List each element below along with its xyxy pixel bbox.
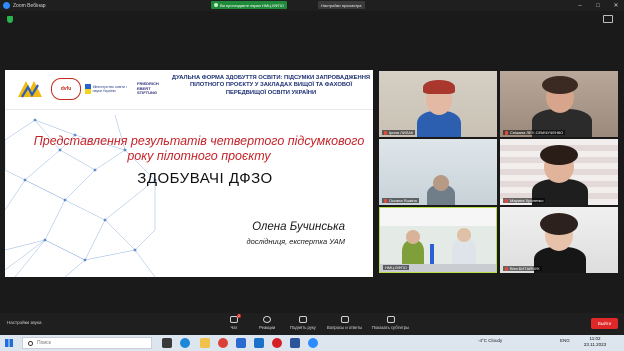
mail-icon[interactable] [254, 338, 264, 348]
qa-icon [340, 316, 349, 323]
participant-tile[interactable]: Віта БИТАЙЧУК [500, 207, 618, 273]
muted-mic-icon [505, 130, 508, 135]
file-explorer-icon[interactable] [200, 338, 210, 348]
uam-logo-icon [15, 78, 45, 100]
muted-mic-icon [384, 130, 387, 135]
taskbar-search[interactable] [22, 337, 152, 349]
weather-status[interactable]: -4°C Cloudy [478, 338, 502, 343]
word-icon[interactable] [290, 338, 300, 348]
presenter-role: дослідниця, експертка УАМ [246, 237, 345, 246]
leave-button[interactable]: Выйти [591, 318, 618, 329]
participant-tile[interactable]: Ірина ЛИЛАК [379, 71, 497, 137]
participant-tile[interactable]: Марина Хроленко [500, 139, 618, 205]
smiley-icon [263, 316, 272, 323]
title-bar: Zoom Вебінар [0, 0, 624, 11]
view-options-button[interactable]: Настройки просмотра [318, 1, 365, 9]
task-view-icon[interactable] [162, 338, 172, 348]
zoom-webinar-window: Zoom Вебінар Ви проглядаєте екран НМЦ ВФ… [0, 0, 624, 351]
windows-start-icon[interactable] [5, 339, 13, 347]
zoom-taskbar-icon[interactable] [308, 338, 318, 348]
raise-hand-button[interactable]: Поднять руку [290, 316, 316, 330]
chrome-browser-icon[interactable] [218, 338, 228, 348]
meeting-controls-bar: Настройки звука 2 Чат Реакции Поднять ру… [0, 313, 624, 335]
hand-icon [298, 316, 307, 323]
language-indicator[interactable]: ENG [560, 338, 570, 343]
cc-icon [386, 316, 395, 323]
fes-logo: FRIEDRICH EBERT STIFTUNG [137, 81, 159, 96]
chat-badge: 2 [237, 314, 241, 318]
edge-browser-icon[interactable] [180, 338, 190, 348]
maximize-button[interactable]: □ [592, 0, 604, 11]
muted-mic-icon [505, 266, 508, 271]
slide-header: dvfu Міністерство освіти і науки України… [5, 70, 373, 110]
participant-name-label: Сніжана ЛЕУ-СЕМЧУЧЕНКО [503, 130, 566, 135]
participant-tile[interactable]: Оксана Яшкіна [379, 139, 497, 205]
participant-tile-active[interactable]: НМЦ ВФПО [379, 207, 497, 273]
reactions-button[interactable]: Реакции [259, 316, 275, 330]
participant-name-label: Ірина ЛИЛАК [382, 130, 416, 135]
shared-screen-slide: dvfu Міністерство освіти і науки України… [5, 70, 373, 277]
screen-share-banner: Ви проглядаєте екран НМЦ ВФПО [211, 1, 287, 9]
share-indicator-icon [214, 3, 218, 7]
close-button[interactable]: ✕ [610, 0, 622, 11]
sound-settings-button[interactable]: Настройки звука [7, 320, 42, 325]
chat-button[interactable]: 2 Чат [230, 314, 241, 330]
presenter-name: Олена Бучинська [252, 221, 345, 233]
participant-tile[interactable]: Сніжана ЛЕУ-СЕМЧУЧЕНКО [500, 71, 618, 137]
system-clock[interactable]: 11:02 23.11.2023 [578, 336, 612, 348]
windows-taskbar: -4°C Cloudy ENG 11:02 23.11.2023 [0, 335, 624, 351]
minimize-button[interactable]: – [574, 0, 586, 11]
participant-name-label: Оксана Яшкіна [382, 198, 419, 203]
mon-logo: Міністерство освіти і науки України [85, 78, 133, 100]
security-shield-icon[interactable] [7, 16, 13, 23]
participant-name-label: Віта БИТАЙЧУК [503, 266, 542, 271]
captions-button[interactable]: Показать субтитры [372, 316, 409, 330]
qa-button[interactable]: Вопросы и ответы [327, 316, 362, 330]
slide-header-title: ДУАЛЬНА ФОРМА ЗДОБУТТЯ ОСВІТИ: ПІДСУМКИ … [171, 75, 371, 96]
search-icon [28, 340, 33, 346]
opera-browser-icon[interactable] [272, 338, 282, 348]
slide-title-line1: Представлення результатів четвертого під… [33, 134, 365, 148]
store-icon[interactable] [236, 338, 246, 348]
share-banner-text: Ви проглядаєте екран НМЦ ВФПО [220, 2, 284, 8]
muted-mic-icon [384, 198, 387, 203]
search-input[interactable] [37, 340, 137, 346]
app-title: Zoom Вебінар [13, 2, 46, 9]
participant-name-label: НМЦ ВФПО [383, 265, 409, 270]
participant-name-label: Марина Хроленко [503, 198, 546, 203]
dvu-logo: dvfu [51, 78, 81, 100]
chat-icon: 2 [230, 314, 241, 323]
gallery-layout-icon[interactable] [603, 15, 613, 23]
muted-mic-icon [505, 198, 508, 203]
ukraine-flag-icon [85, 84, 91, 94]
slide-title-line2: року пілотного проєкту [127, 149, 271, 163]
slide-subtitle: ЗДОБУВАЧІ ДФЗО [137, 170, 273, 187]
zoom-logo-icon [3, 2, 10, 9]
